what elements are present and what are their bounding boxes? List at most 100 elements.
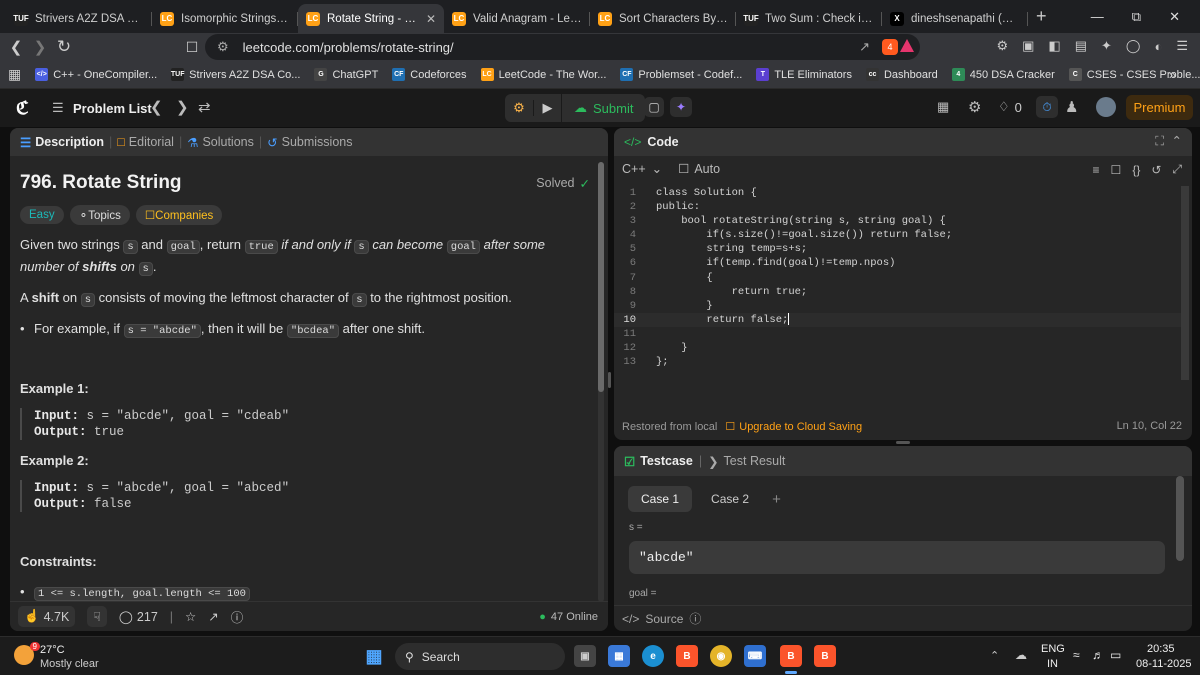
ai-sparkle-icon[interactable]: ✦	[670, 97, 692, 117]
bookmark-icon[interactable]: ☐	[180, 39, 204, 56]
maximize-icon[interactable]: ⛶	[1155, 134, 1164, 149]
tray-chevron-icon[interactable]: ⌃	[990, 649, 999, 662]
like-button[interactable]: ☝ 4.7K	[18, 606, 76, 627]
bookmark-code-icon[interactable]: ☐	[1111, 163, 1122, 177]
add-friend-icon[interactable]: ♟	[1065, 98, 1078, 116]
lang-label[interactable]: ENG	[1041, 643, 1065, 655]
sidebar-icon[interactable]: ◧	[1048, 38, 1060, 54]
auto-mode[interactable]: ☐ Auto	[678, 161, 720, 177]
shuffle-icon[interactable]: ⇄	[198, 98, 211, 116]
problem-list-icon[interactable]: ☰	[52, 100, 64, 116]
help-icon[interactable]: ⓘ	[231, 607, 244, 626]
browser-tab[interactable]: Xdineshsenapathi (@dsena	[882, 4, 1028, 33]
reset-icon[interactable]: ↺	[1151, 163, 1161, 177]
leo-ai-icon[interactable]: ✦	[1101, 38, 1112, 54]
settings-icon[interactable]: ⚙	[968, 98, 981, 116]
problem-list-link[interactable]: Problem List	[73, 101, 152, 116]
apps-grid-icon[interactable]: ▦	[8, 66, 21, 83]
wifi-icon[interactable]: ≈	[1073, 648, 1080, 662]
help-icon[interactable]: ⓘ	[689, 610, 701, 627]
bookmark-item[interactable]: 4 450 DSA Cracker	[951, 68, 1055, 81]
tab-submissions[interactable]: ↺ Submissions	[267, 135, 352, 150]
upgrade-cloud-link[interactable]: ☐ Upgrade to Cloud Saving	[725, 420, 862, 434]
brave-beta-icon[interactable]: B	[814, 645, 836, 667]
source-link[interactable]: Source	[645, 612, 683, 626]
star-icon[interactable]: ☆	[185, 609, 196, 624]
tab-editorial[interactable]: □ Editorial	[117, 135, 174, 149]
prev-problem-icon[interactable]: ❮	[150, 98, 163, 116]
s-input[interactable]: "abcde"	[629, 541, 1165, 574]
clock-date[interactable]: 08-11-2025	[1136, 658, 1191, 670]
tab-description[interactable]: ☰ Description	[20, 135, 104, 150]
bookmark-item[interactable]: CF Problemset - Codef...	[620, 68, 742, 81]
topics-chip[interactable]: ⚬Topics	[69, 205, 130, 225]
taskbar-search[interactable]: ⚲ Search	[395, 643, 565, 670]
scrollbar-thumb[interactable]	[598, 162, 604, 392]
more-bookmarks-icon[interactable]: »	[1169, 67, 1176, 82]
submit-button[interactable]: ☁ Submit	[561, 94, 645, 122]
case-tab[interactable]: Case 1	[628, 486, 693, 512]
store-icon[interactable]: ▦	[608, 645, 630, 667]
editor-scrollbar[interactable]	[1181, 186, 1189, 380]
forward-icon[interactable]: ❯	[28, 38, 52, 56]
start-button-icon[interactable]: ▦	[363, 645, 385, 667]
browser-tab[interactable]: LC Valid Anagram - LeetCode	[444, 4, 590, 33]
chrome-icon[interactable]: ◉	[710, 645, 732, 667]
back-icon[interactable]: ❮	[4, 38, 28, 56]
task-view-icon[interactable]: ▣	[574, 645, 596, 667]
note-icon[interactable]: ▢	[644, 97, 664, 117]
screenshot-icon[interactable]: ▣	[1022, 38, 1034, 54]
minimize-icon[interactable]: —	[1091, 9, 1104, 24]
fullscreen-icon[interactable]: ⤢	[1172, 162, 1182, 177]
close-window-icon[interactable]: ✕	[1169, 9, 1180, 25]
share-link-icon[interactable]: ↗	[208, 609, 218, 624]
restore-icon[interactable]: ⧉	[1132, 9, 1141, 25]
battery-icon[interactable]: ▭	[1110, 648, 1121, 662]
share-icon[interactable]: ↗	[859, 39, 870, 55]
format-icon[interactable]: ≡	[1093, 163, 1100, 177]
test-result-tab[interactable]: ❯ Test Result	[708, 454, 785, 469]
profile-icon[interactable]: ◐	[1154, 39, 1162, 54]
new-tab-button[interactable]: +	[1036, 6, 1047, 27]
browser-tab[interactable]: LC Sort Characters By Frequen	[590, 4, 736, 33]
testcase-scrollbar[interactable]	[1176, 476, 1184, 561]
browser-tab[interactable]: LC Rotate String - LeetCo ✕	[298, 4, 444, 33]
extensions-icon[interactable]: ⚙	[996, 38, 1008, 54]
streak-counter[interactable]: ♢ 0	[998, 99, 1022, 115]
bookmark-item[interactable]: </> C++ - OneCompiler...	[35, 68, 157, 81]
difficulty-badge[interactable]: Easy	[20, 206, 64, 224]
companies-chip[interactable]: ☐Companies	[135, 205, 223, 225]
browser-tab[interactable]: TUF Strivers A2Z DSA Course/S	[6, 4, 152, 33]
volume-icon[interactable]: ♬	[1092, 648, 1104, 662]
clock-time[interactable]: 20:35	[1147, 643, 1175, 655]
site-info-icon[interactable]: ⚙	[217, 39, 229, 55]
avatar[interactable]	[1096, 97, 1116, 117]
tab-solutions[interactable]: ⚗ Solutions	[187, 135, 254, 150]
bookmark-item[interactable]: LC LeetCode - The Wor...	[480, 68, 606, 81]
testcase-tab[interactable]: ☑ Testcase	[624, 454, 693, 469]
wallet-icon[interactable]: ▤	[1075, 38, 1087, 54]
add-case-icon[interactable]: +	[772, 491, 781, 508]
braces-icon[interactable]: {}	[1132, 163, 1140, 177]
edge-icon[interactable]: e	[642, 645, 664, 667]
code-editor[interactable]: 1 class Solution {2 public: 3 bool rotateSt…	[614, 186, 1182, 386]
keyboard-app-icon[interactable]: ⌨	[744, 645, 766, 667]
bookmark-item[interactable]: CF Codeforces	[392, 68, 467, 81]
bookmark-item[interactable]: TUF Strivers A2Z DSA Co...	[171, 68, 300, 81]
comments-button[interactable]: ◯ 217	[119, 609, 158, 625]
bookmark-item[interactable]: C CSES - CSES Proble...	[1068, 68, 1200, 81]
run-icon[interactable]: ▶	[533, 100, 561, 116]
timer-icon[interactable]: ⏱	[1036, 96, 1058, 118]
brave-shield-icon[interactable]: 4	[882, 39, 898, 55]
case-tab[interactable]: Case 2	[698, 486, 762, 512]
layout-icon[interactable]: ▦	[937, 99, 949, 115]
tray-app-icon[interactable]: ☁	[1015, 648, 1027, 662]
leetcode-logo-icon[interactable]: ℭ	[16, 98, 29, 119]
premium-button[interactable]: Premium	[1126, 95, 1193, 120]
next-problem-icon[interactable]: ❯	[176, 98, 189, 116]
url-bar[interactable]: ⚙ leetcode.com/problems/rotate-string/ ↗…	[205, 34, 920, 60]
dislike-icon[interactable]: ☟	[87, 606, 107, 627]
vpn-icon[interactable]: ◯	[1126, 38, 1141, 54]
collapse-icon[interactable]: ⌃	[1172, 133, 1182, 148]
vertical-splitter[interactable]	[608, 372, 611, 388]
